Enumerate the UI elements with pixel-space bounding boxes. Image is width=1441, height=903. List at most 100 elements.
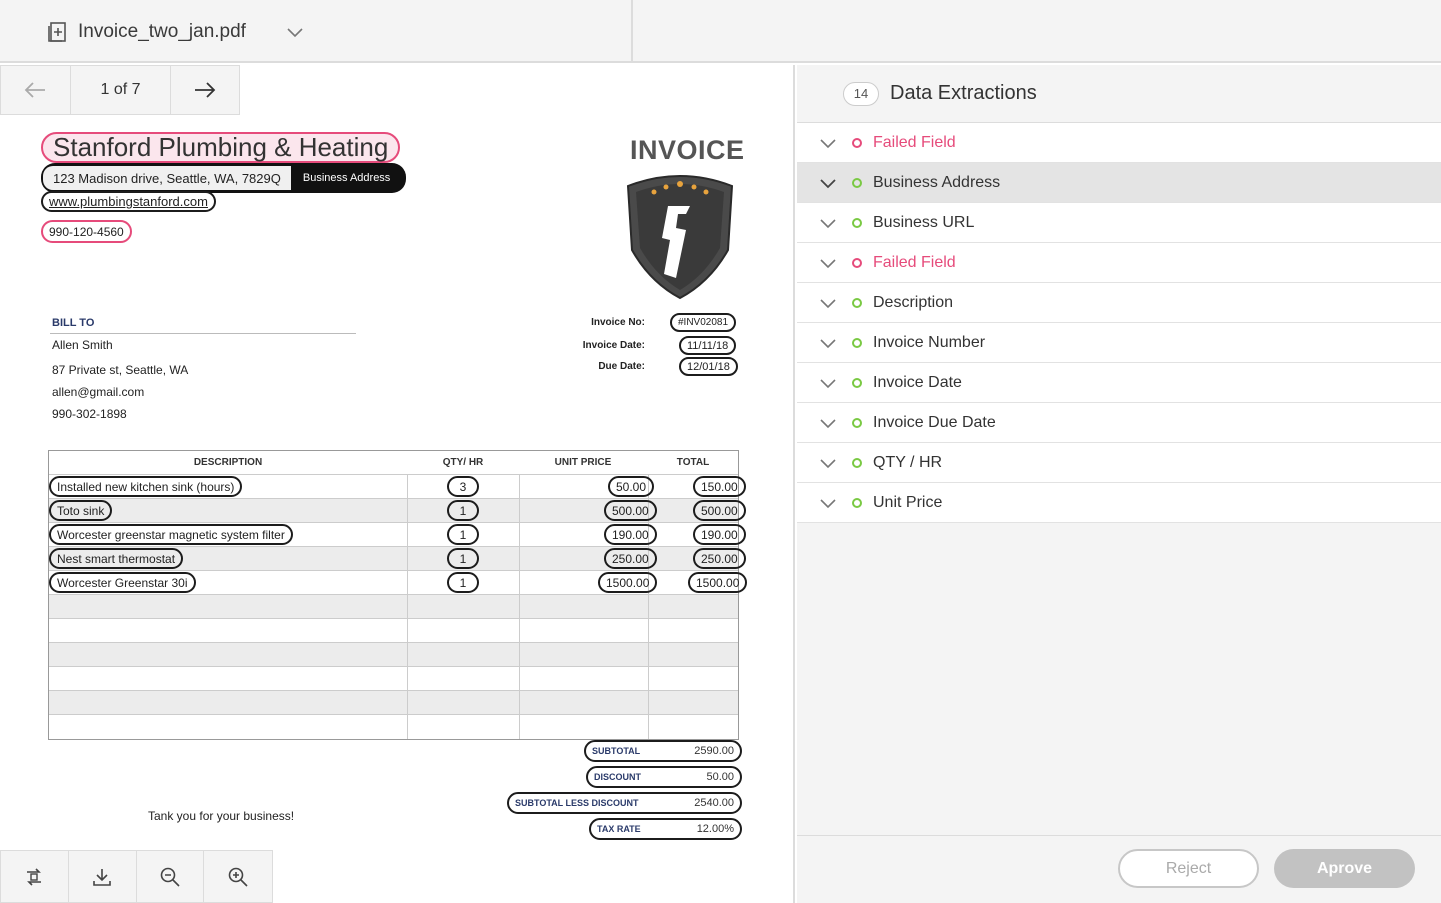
- item-qty-field[interactable]: 1: [447, 572, 479, 593]
- zoom-out-icon: [160, 867, 180, 887]
- status-ok-icon: [852, 177, 862, 188]
- extraction-item-qty-hr[interactable]: QTY / HR: [797, 443, 1441, 483]
- item-unit-price: 250.00: [612, 551, 649, 566]
- item-description-field[interactable]: Worcester greenstar magnetic system filt…: [49, 524, 293, 545]
- extraction-item-invoice-number[interactable]: Invoice Number: [797, 323, 1441, 363]
- chevron-down-icon[interactable]: [819, 214, 837, 232]
- item-total-field[interactable]: 190.00: [693, 524, 746, 545]
- chevron-down-icon[interactable]: [819, 174, 837, 192]
- chevron-down-icon[interactable]: [819, 454, 837, 472]
- extraction-item-business-url[interactable]: Business URL: [797, 203, 1441, 243]
- invoice-date-field[interactable]: 11/11/18: [679, 336, 737, 355]
- next-page-button[interactable]: [171, 66, 239, 114]
- extraction-item-business-address[interactable]: Business Address: [797, 163, 1441, 203]
- bill-to-name: Allen Smith: [52, 338, 113, 352]
- app-root: Invoice_two_jan.pdf Stanford Plumbing & …: [0, 0, 1441, 903]
- item-description-field[interactable]: Worcester Greenstar 30i: [49, 572, 196, 593]
- business-address-tag: Business Address: [302, 172, 391, 184]
- table-row: [49, 714, 738, 739]
- item-description-field[interactable]: Toto sink: [49, 500, 113, 521]
- subtotal-less-discount-field[interactable]: SUBTOTAL LESS DISCOUNT 2540.00: [507, 792, 742, 814]
- extraction-item-failed-field[interactable]: Failed Field: [797, 123, 1441, 163]
- invoice-number-field[interactable]: #INV02081: [670, 313, 737, 332]
- item-total-field[interactable]: 150.00: [693, 476, 746, 497]
- chevron-down-icon[interactable]: [819, 334, 837, 352]
- zoom-in-button[interactable]: [204, 851, 272, 902]
- chevron-down-icon[interactable]: [819, 374, 837, 392]
- rotate-button[interactable]: [1, 851, 69, 902]
- chevron-down-icon[interactable]: [819, 294, 837, 312]
- item-qty-field[interactable]: 1: [447, 524, 479, 545]
- item-total: 190.00: [701, 527, 738, 542]
- status-ok-icon: [852, 497, 862, 508]
- extractions-panel: 14 Data Extractions Failed Field Busines…: [797, 65, 1441, 903]
- panel-title: Data Extractions: [890, 82, 1037, 104]
- item-total-field[interactable]: 250.00: [693, 548, 746, 569]
- download-icon: [93, 868, 111, 886]
- approve-button[interactable]: Aprove: [1274, 849, 1415, 888]
- reject-button[interactable]: Reject: [1118, 849, 1259, 888]
- wrench-shield-logo: [626, 175, 734, 300]
- table-row: [49, 690, 738, 714]
- bill-to-heading: BILL TO: [52, 317, 95, 329]
- item-qty: 1: [459, 575, 467, 590]
- phone-value: 990-120-4560: [49, 224, 124, 239]
- download-button[interactable]: [69, 851, 137, 902]
- item-unit-price-field[interactable]: 190.00: [604, 524, 657, 545]
- business-url-field[interactable]: www.plumbingstanford.com: [41, 191, 216, 212]
- status-failed-icon: [852, 137, 862, 148]
- chevron-down-icon[interactable]: [819, 414, 837, 432]
- item-qty-field[interactable]: 1: [447, 548, 479, 569]
- discount-value: 50.00: [706, 771, 734, 783]
- status-ok-icon: [852, 457, 862, 468]
- extraction-label: Description: [873, 293, 954, 311]
- item-qty-field[interactable]: 1: [447, 500, 479, 521]
- file-selector[interactable]: Invoice_two_jan.pdf: [0, 0, 633, 63]
- chevron-down-icon[interactable]: [819, 254, 837, 272]
- extraction-item-unit-price[interactable]: Unit Price: [797, 483, 1441, 523]
- item-unit-price-field[interactable]: 250.00: [604, 548, 657, 569]
- zoom-out-button[interactable]: [137, 851, 205, 902]
- extraction-item-description[interactable]: Description: [797, 283, 1441, 323]
- top-bar: Invoice_two_jan.pdf: [0, 0, 1441, 63]
- status-ok-icon: [852, 337, 862, 348]
- discount-field[interactable]: DISCOUNT 50.00: [586, 766, 742, 788]
- chevron-down-icon[interactable]: [285, 22, 305, 42]
- phone-field[interactable]: 990-120-4560: [41, 220, 132, 243]
- business-address-field[interactable]: 123 Madison drive, Seattle, WA, 7829Q Bu…: [41, 163, 407, 193]
- thank-you-note: Tank you for your business!: [148, 809, 295, 823]
- discount-label: DISCOUNT: [594, 772, 641, 782]
- item-qty-field[interactable]: 3: [447, 476, 479, 497]
- item-total-field[interactable]: 1500.00: [688, 572, 748, 593]
- tax-rate-field[interactable]: TAX RATE 12.00%: [589, 818, 742, 840]
- chevron-down-icon[interactable]: [819, 494, 837, 512]
- item-description-field[interactable]: Nest smart thermostat: [49, 548, 184, 569]
- table-row: [49, 618, 738, 642]
- col-description: DESCRIPTION: [193, 457, 263, 468]
- item-qty: 3: [459, 479, 467, 494]
- extraction-item-invoice-due-date[interactable]: Invoice Due Date: [797, 403, 1441, 443]
- company-name-field[interactable]: Stanford Plumbing & Heating: [41, 132, 401, 163]
- item-unit-price: 50.00: [616, 479, 647, 494]
- item-unit-price-field[interactable]: 1500.00: [598, 572, 658, 593]
- item-unit-price: 500.00: [612, 503, 649, 518]
- item-unit-price: 1500.00: [606, 575, 650, 590]
- chevron-down-icon[interactable]: [819, 134, 837, 152]
- item-unit-price-field[interactable]: 50.00: [608, 476, 655, 497]
- item-unit-price-field[interactable]: 500.00: [604, 500, 657, 521]
- extraction-item-failed-field[interactable]: Failed Field: [797, 243, 1441, 283]
- prev-page-button[interactable]: [1, 66, 70, 114]
- file-name: Invoice_two_jan.pdf: [78, 20, 246, 42]
- extraction-label: Failed Field: [873, 133, 956, 151]
- item-description: Nest smart thermostat: [57, 551, 176, 566]
- item-description-field[interactable]: Installed new kitchen sink (hours): [49, 476, 243, 497]
- extraction-item-invoice-date[interactable]: Invoice Date: [797, 363, 1441, 403]
- due-date-value: 12/01/18: [687, 360, 730, 373]
- col-qty: QTY/ HR: [442, 457, 484, 468]
- status-ok-icon: [852, 377, 862, 388]
- item-unit-price: 190.00: [612, 527, 649, 542]
- extraction-label: Invoice Date: [873, 373, 962, 391]
- subtotal-field[interactable]: SUBTOTAL 2590.00: [584, 740, 742, 762]
- due-date-field[interactable]: 12/01/18: [679, 357, 738, 376]
- item-total-field[interactable]: 500.00: [693, 500, 746, 521]
